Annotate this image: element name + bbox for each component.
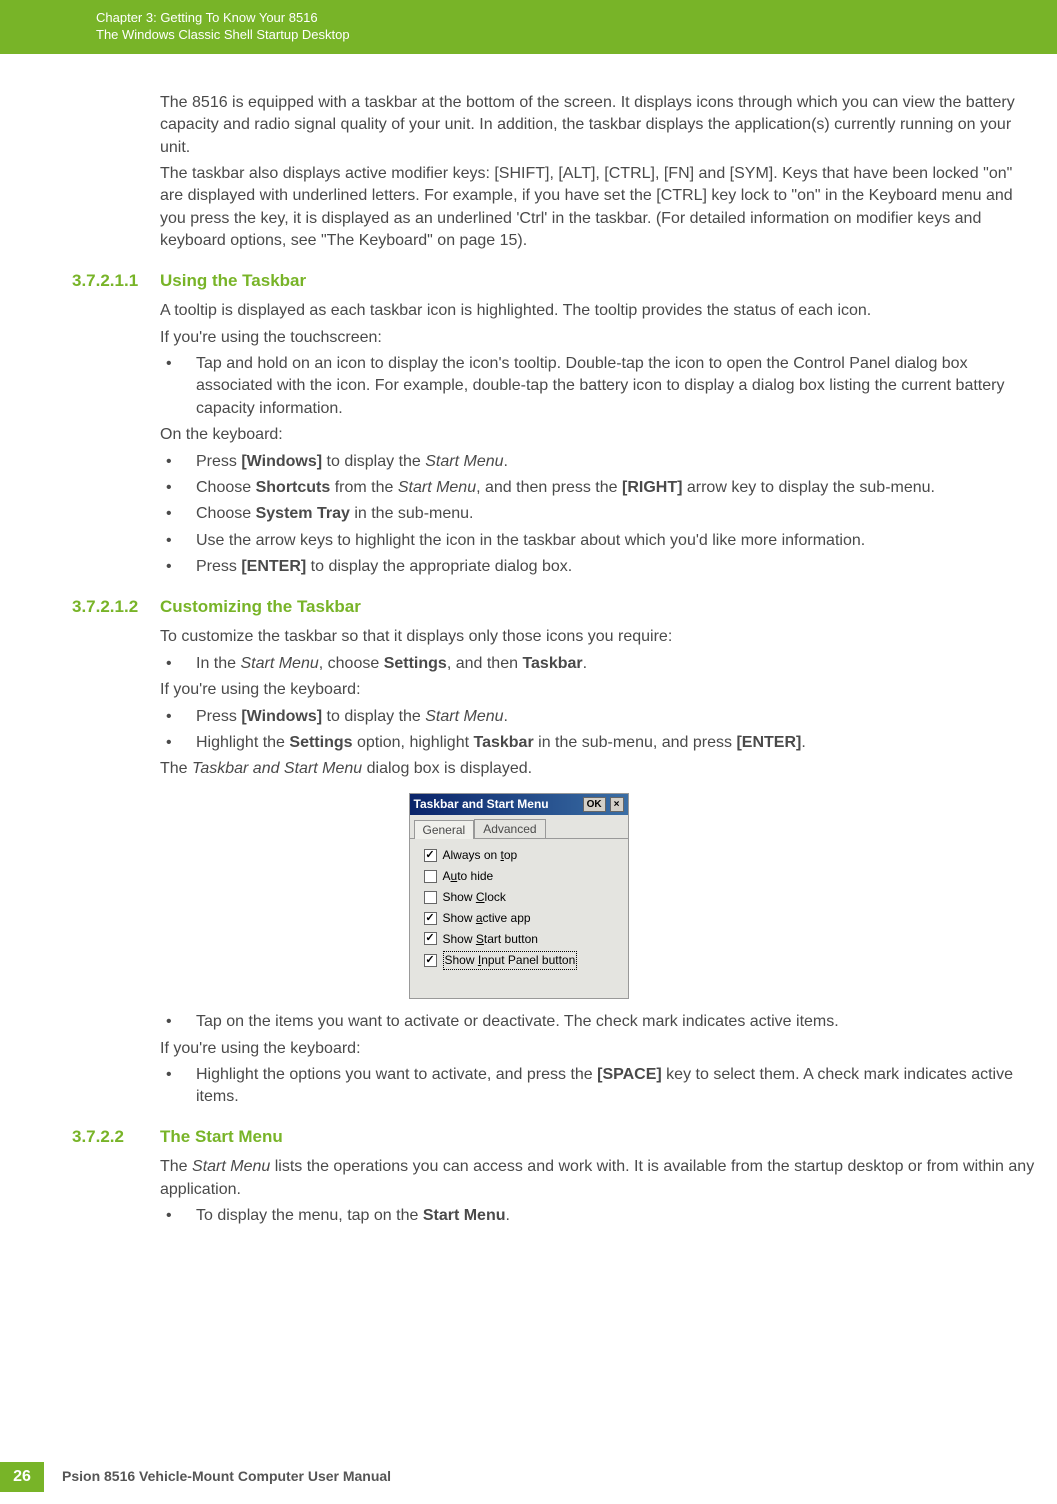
s1-list1: Tap and hold on an icon to display the i… — [160, 353, 1037, 420]
close-button[interactable]: × — [610, 797, 624, 812]
dialog-body: Always on top Auto hide Show Clock Show act… — [410, 839, 628, 998]
s2-list3: Tap on the items you want to activate or… — [160, 1011, 1037, 1033]
intro-p2: The taskbar also displays active modifie… — [160, 163, 1037, 253]
checkbox-label: Show Start button — [443, 931, 538, 948]
page-content: The 8516 is equipped with a taskbar at t… — [0, 54, 1057, 1228]
section-number: 3.7.2.1.1 — [0, 269, 160, 293]
checkbox-icon[interactable] — [424, 932, 437, 945]
subtitle-line: The Windows Classic Shell Startup Deskto… — [96, 27, 1057, 44]
list-item: To display the menu, tap on the Start Me… — [160, 1205, 1037, 1227]
section-title: Customizing the Taskbar — [160, 595, 1037, 619]
s1-p1: A tooltip is displayed as each taskbar i… — [160, 300, 1037, 322]
page-header: Chapter 3: Getting To Know Your 8516 The… — [0, 0, 1057, 54]
page-footer: 26 Psion 8516 Vehicle-Mount Computer Use… — [0, 1462, 391, 1492]
dialog-title-text: Taskbar and Start Menu — [414, 796, 579, 813]
s2-list4: Highlight the options you want to activa… — [160, 1064, 1037, 1109]
list-item: Press [Windows] to display the Start Men… — [160, 451, 1037, 473]
tab-general[interactable]: General — [414, 820, 475, 840]
checkbox-label: Show Input Panel button — [443, 951, 578, 970]
section-using-taskbar: 3.7.2.1.1 Using the Taskbar — [0, 269, 1037, 293]
list-item: Highlight the Settings option, highlight… — [160, 732, 1037, 754]
checkbox-label: Always on top — [443, 847, 518, 864]
list-item: Use the arrow keys to highlight the icon… — [160, 530, 1037, 552]
s1-p2: If you're using the touchscreen: — [160, 327, 1037, 349]
dialog-tabs: General Advanced — [410, 815, 628, 840]
list-item: In the Start Menu, choose Settings, and … — [160, 653, 1037, 675]
dialog-screenshot: Taskbar and Start Menu OK × General Adva… — [0, 793, 1037, 999]
checkbox-row[interactable]: Always on top — [424, 847, 618, 864]
checkbox-icon[interactable] — [424, 849, 437, 862]
tab-advanced[interactable]: Advanced — [474, 819, 545, 839]
checkbox-row[interactable]: Show Start button — [424, 931, 618, 948]
s3-list1: To display the menu, tap on the Start Me… — [160, 1205, 1037, 1227]
section-start-menu: 3.7.2.2 The Start Menu — [0, 1125, 1037, 1149]
section-customizing-taskbar: 3.7.2.1.2 Customizing the Taskbar — [0, 595, 1037, 619]
list-item: Choose System Tray in the sub-menu. — [160, 503, 1037, 525]
ok-button[interactable]: OK — [583, 797, 606, 812]
s2-list2: Press [Windows] to display the Start Men… — [160, 706, 1037, 755]
checkbox-icon[interactable] — [424, 912, 437, 925]
intro-p1: The 8516 is equipped with a taskbar at t… — [160, 92, 1037, 159]
s1-list2: Press [Windows] to display the Start Men… — [160, 451, 1037, 579]
list-item: Tap and hold on an icon to display the i… — [160, 353, 1037, 420]
checkbox-icon[interactable] — [424, 891, 437, 904]
taskbar-start-menu-dialog: Taskbar and Start Menu OK × General Adva… — [409, 793, 629, 999]
s2-list1: In the Start Menu, choose Settings, and … — [160, 653, 1037, 675]
list-item: Press [ENTER] to display the appropriate… — [160, 556, 1037, 578]
checkbox-row[interactable]: Auto hide — [424, 868, 618, 885]
s2-p2: If you're using the keyboard: — [160, 679, 1037, 701]
checkbox-label: Auto hide — [443, 868, 494, 885]
section-title: The Start Menu — [160, 1125, 1037, 1149]
page-number: 26 — [0, 1462, 44, 1492]
checkbox-label: Show Clock — [443, 889, 506, 906]
checkbox-icon[interactable] — [424, 954, 437, 967]
checkbox-label: Show active app — [443, 910, 531, 927]
list-item: Press [Windows] to display the Start Men… — [160, 706, 1037, 728]
chapter-line: Chapter 3: Getting To Know Your 8516 — [96, 10, 1057, 27]
s3-p1: The Start Menu lists the operations you … — [160, 1156, 1037, 1201]
section-number: 3.7.2.1.2 — [0, 595, 160, 619]
s1-p3: On the keyboard: — [160, 424, 1037, 446]
list-item: Tap on the items you want to activate or… — [160, 1011, 1037, 1033]
checkbox-row[interactable]: Show active app — [424, 910, 618, 927]
dialog-titlebar: Taskbar and Start Menu OK × — [410, 794, 628, 815]
section-number: 3.7.2.2 — [0, 1125, 160, 1149]
s2-p3: The Taskbar and Start Menu dialog box is… — [160, 758, 1037, 780]
checkbox-row[interactable]: Show Clock — [424, 889, 618, 906]
list-item: Highlight the options you want to activa… — [160, 1064, 1037, 1109]
list-item: Choose Shortcuts from the Start Menu, an… — [160, 477, 1037, 499]
checkbox-icon[interactable] — [424, 870, 437, 883]
section-title: Using the Taskbar — [160, 269, 1037, 293]
checkbox-row[interactable]: Show Input Panel button — [424, 951, 618, 970]
footer-text: Psion 8516 Vehicle-Mount Computer User M… — [44, 1467, 391, 1487]
s2-p1: To customize the taskbar so that it disp… — [160, 626, 1037, 648]
s2-p4: If you're using the keyboard: — [160, 1038, 1037, 1060]
